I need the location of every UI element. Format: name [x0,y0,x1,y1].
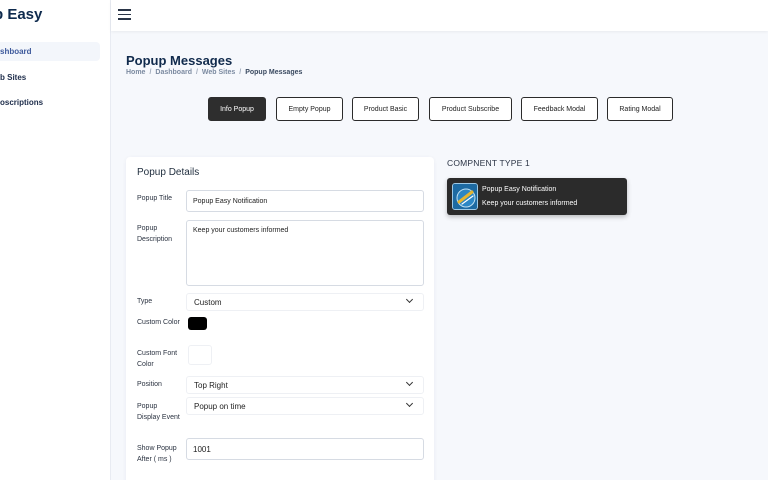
tab-product-subscribe[interactable]: Product Subscribe [429,97,512,121]
card-title: Popup Details [137,167,200,178]
show-after-label: Show Popup After ( ms ) [137,445,177,463]
custom-color-swatch[interactable] [188,317,207,330]
page-title: Popup Messages [126,53,233,68]
tab-rating-modal[interactable]: Rating Modal [607,97,673,121]
tab-info-popup[interactable]: Info Popup [208,97,266,121]
position-select[interactable]: Top Right [186,376,424,394]
top-header [111,0,768,31]
sidebar-item-subscriptions[interactable]: oscriptions [0,93,55,112]
display-event-label: Popup Display Event [137,403,180,421]
popup-description-label: Popup Description [137,225,173,243]
position-label: Position [137,381,162,388]
toast-subtitle: Keep your customers informed [482,200,578,207]
breadcrumb: Home / Dashboard / Web Sites / Popup Messages [126,69,302,76]
breadcrumb-separator: / [149,69,152,76]
display-event-select-value: Popup on time [194,401,246,411]
component-type-label: COMPNENT TYPE 1 [447,158,530,168]
breadcrumb-web-sites[interactable]: Web Sites [202,69,235,76]
breadcrumb-separator: / [195,69,198,76]
tab-feedback-modal[interactable]: Feedback Modal [521,97,598,121]
tab-empty-popup[interactable]: Empty Popup [276,97,343,121]
popup-details-card: Popup Details Popup Title Popup Easy Not… [126,157,434,480]
type-label: Type [137,298,153,305]
chevron-down-icon [407,403,413,409]
show-after-input[interactable]: 1001 [186,438,424,460]
sidebar-item-web-sites[interactable]: b Sites [0,68,38,87]
popup-description-textarea[interactable]: Keep your customers informed [186,220,424,286]
custom-font-color-swatch[interactable] [188,345,212,365]
breadcrumb-current: Popup Messages [245,69,303,76]
custom-font-color-label: Custom Font Color [137,350,178,368]
popup-title-input[interactable]: Popup Easy Notification [186,190,424,212]
toast-title: Popup Easy Notification [482,186,557,193]
sidebar-item-dashboard[interactable]: shboard [0,42,100,61]
popup-title-label: Popup Title [137,195,173,202]
type-select-value: Custom [194,297,222,307]
popup-easy-logo-icon [452,183,478,210]
type-select[interactable]: Custom [186,293,424,311]
sidebar: p Easy shboard b Sites oscriptions [0,0,111,480]
hamburger-icon[interactable] [118,9,131,20]
popup-preview-toast[interactable]: Popup Easy Notification Keep your custom… [447,178,627,215]
tab-product-basic[interactable]: Product Basic [352,97,419,121]
breadcrumb-separator: / [239,69,242,76]
position-select-value: Top Right [194,380,228,390]
chevron-down-icon [407,299,413,305]
breadcrumb-home[interactable]: Home [126,69,145,76]
breadcrumb-dashboard[interactable]: Dashboard [155,69,192,76]
display-event-select[interactable]: Popup on time [186,397,424,415]
brand-logo[interactable]: p Easy [0,6,42,23]
custom-color-label: Custom Color [137,319,180,326]
chevron-down-icon [407,382,413,388]
